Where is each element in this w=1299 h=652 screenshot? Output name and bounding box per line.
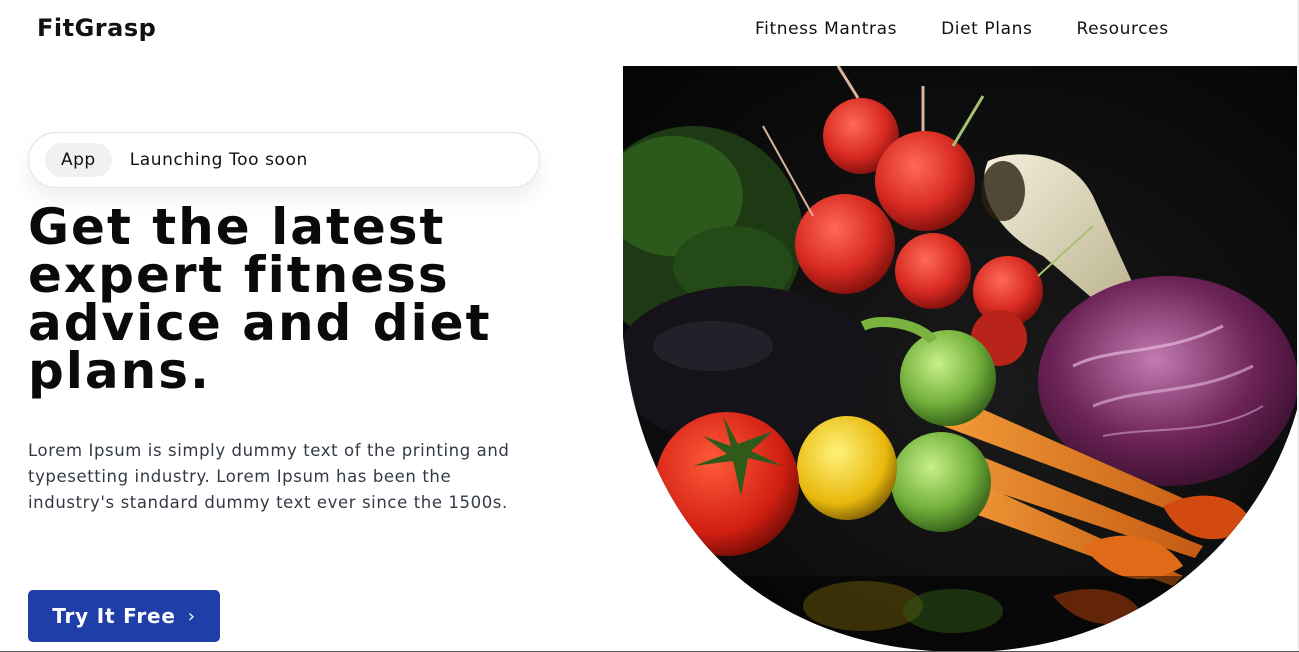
cta-label: Try It Free bbox=[52, 604, 176, 628]
nav-link-resources[interactable]: Resources bbox=[1076, 19, 1168, 39]
main-nav: Fitness Mantras Diet Plans Resources bbox=[755, 19, 1169, 39]
try-it-free-button[interactable]: Try It Free › bbox=[28, 590, 220, 642]
nav-link-diet-plans[interactable]: Diet Plans bbox=[941, 19, 1032, 39]
site-logo[interactable]: FitGrasp bbox=[37, 14, 156, 42]
hero-headline: Get the latest expert fitness advice and… bbox=[28, 198, 492, 400]
announcement-text: Launching Too soon bbox=[129, 150, 308, 170]
announcement-pill[interactable]: App Launching Too soon bbox=[28, 132, 540, 188]
hero-image bbox=[623, 66, 1298, 652]
chevron-right-icon: › bbox=[187, 605, 196, 627]
announcement-tag: App bbox=[45, 143, 112, 177]
nav-link-fitness-mantras[interactable]: Fitness Mantras bbox=[755, 19, 897, 39]
hero-description: Lorem Ipsum is simply dummy text of the … bbox=[28, 441, 510, 512]
vegetables-photo bbox=[623, 66, 1298, 652]
